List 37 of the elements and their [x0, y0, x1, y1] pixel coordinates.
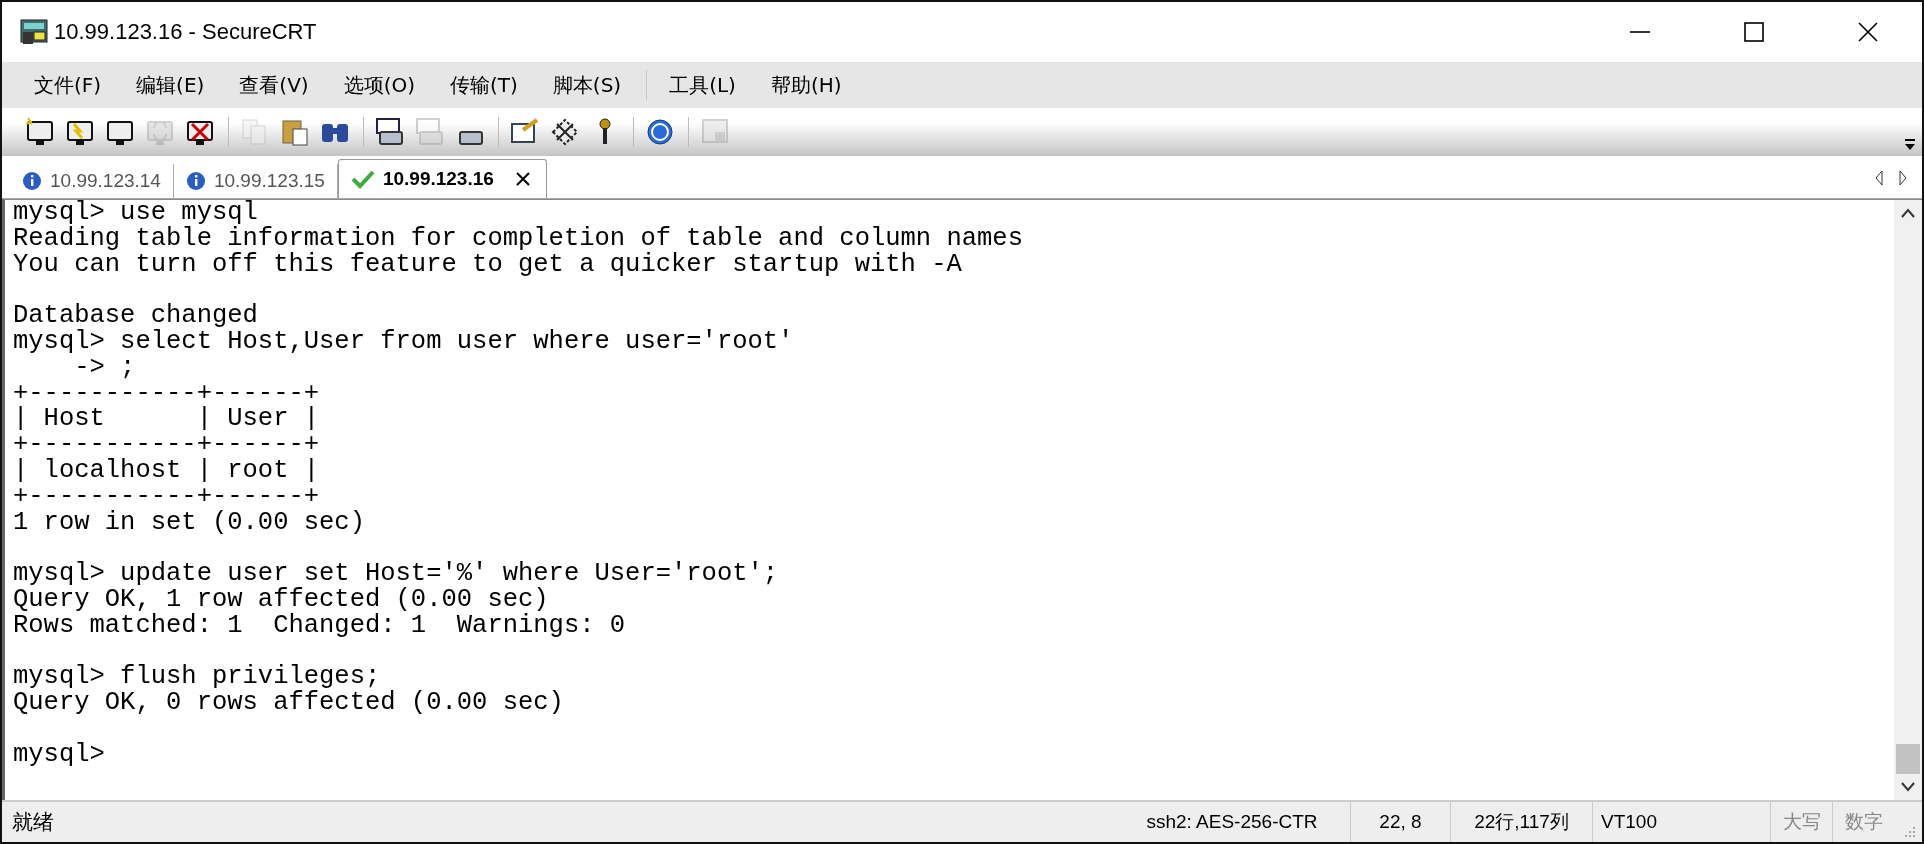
status-field: ssh2: AES-256-CTR [1114, 802, 1350, 842]
terminal-line: mysql> select Host,User from user where user='root' [13, 329, 795, 355]
menu-item[interactable]: 帮助(H) [760, 71, 852, 99]
status-field: VT100 [1592, 802, 1770, 842]
status-field: 22行,117列 [1450, 802, 1592, 842]
menu-item[interactable]: 传输(T) [440, 71, 528, 99]
terminal-line: | Host | User | [13, 406, 321, 433]
terminal-line: +-----------+------+ [13, 483, 320, 510]
terminal-line: Query OK, 0 rows affected (0.00 sec) [13, 690, 565, 716]
terminal-line: Rows matched: 1 Changed: 1 Warnings: 0 [13, 612, 627, 639]
menu-item[interactable]: 工具(L) [659, 71, 746, 99]
terminal-line: You can turn off this feature to get a quicker startup with -A [13, 251, 963, 278]
status-message: 就绪 [11, 809, 55, 835]
window-title: 10.99.123.16 - SecureCRT [54, 19, 317, 45]
terminal-line: Query OK, 1 row affected (0.00 sec) [13, 586, 549, 613]
session-tab[interactable]: 10.99.123.14 [10, 164, 174, 198]
menu-item[interactable]: 查看(V) [229, 71, 319, 99]
terminal-line: -> ; [74, 354, 137, 381]
terminal-line: Database changed [13, 303, 259, 329]
menu-item[interactable]: 脚本(S) [542, 71, 632, 99]
menu-item[interactable]: 选项(O) [333, 71, 425, 99]
menu-item[interactable]: 文件(F) [24, 71, 112, 99]
status-field: 数字 [1832, 802, 1894, 842]
session-tab[interactable]: 10.99.123.15 [173, 164, 338, 198]
menu-item[interactable]: 编辑(E) [126, 71, 215, 99]
terminal-line: mysql> flush privileges; [13, 664, 381, 691]
session-tab[interactable]: 10.99.123.16 [337, 159, 547, 198]
status-field: 22, 8 [1350, 802, 1450, 842]
status-field: 大写 [1770, 802, 1832, 842]
terminal-line: 1 row in set (0.00 sec) [13, 509, 366, 536]
terminal-line: +-----------+------+ [13, 432, 321, 458]
terminal-line: +-----------+------+ [13, 380, 321, 407]
terminal-line: mysql> [13, 741, 106, 768]
terminal-line: mysql> use mysql [13, 200, 258, 226]
terminal-line: | localhost | root | [13, 457, 321, 484]
terminal-line: mysql> update user set Host='%' where User='root'; [13, 561, 780, 587]
terminal-line: Reading table information for completion of table and column names [13, 225, 1024, 252]
